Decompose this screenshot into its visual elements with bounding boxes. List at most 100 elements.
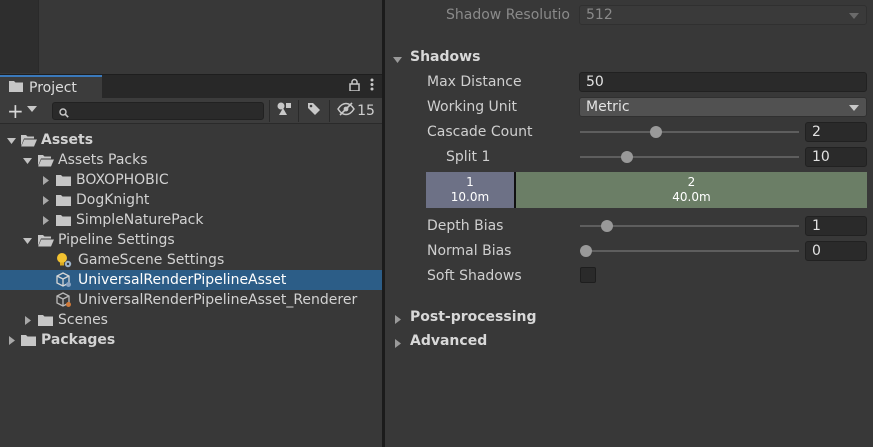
- tab-project-label: Project: [29, 80, 77, 96]
- split-1-row: Split 1 10: [385, 146, 873, 168]
- tree-item-label: Scenes: [58, 312, 108, 328]
- soft-shadows-checkbox[interactable]: [580, 267, 596, 283]
- more-options-icon[interactable]: [370, 78, 374, 95]
- normal-bias-value: 0: [812, 243, 821, 259]
- tree-item-gamescene-settings[interactable]: GameScene Settings: [0, 250, 382, 270]
- tree-item-simplenaturepack[interactable]: SimpleNaturePack: [0, 210, 382, 230]
- chevron-right-icon[interactable]: [5, 330, 17, 350]
- cascade-count-slider-thumb[interactable]: [650, 126, 663, 138]
- tree-item-boxophobic[interactable]: BOXOPHOBIC: [0, 170, 382, 190]
- chevron-right-icon[interactable]: [39, 170, 51, 190]
- chevron-down-icon[interactable]: [21, 150, 33, 170]
- depth-bias-slider-track[interactable]: [580, 225, 799, 227]
- shadow-resolution-value: 512: [586, 7, 613, 23]
- search-input[interactable]: [52, 102, 264, 120]
- upper-panel-strip: [0, 0, 38, 73]
- post-processing-section-header[interactable]: Post-processing: [385, 306, 873, 328]
- cascade-segment-2: 2 40.0m: [516, 172, 867, 208]
- render-pipeline-asset-icon: [56, 272, 72, 287]
- chevron-down-icon[interactable]: [21, 230, 33, 250]
- hidden-packages-toggle[interactable]: 15: [333, 100, 379, 122]
- search-by-type-button[interactable]: [272, 100, 296, 122]
- toolbar-separator: [298, 100, 299, 122]
- split-1-slider-track[interactable]: [580, 156, 799, 158]
- tree-item-label: Pipeline Settings: [58, 232, 175, 248]
- lock-icon[interactable]: [349, 78, 360, 95]
- split-1-field[interactable]: 10: [805, 147, 867, 167]
- shadows-section-header[interactable]: Shadows: [385, 46, 873, 68]
- shadows-section-title: Shadows: [410, 49, 481, 65]
- toolbar-separator: [329, 100, 330, 122]
- split-1-value: 10: [812, 149, 830, 165]
- normal-bias-field[interactable]: 0: [805, 241, 867, 261]
- tree-item-universal-render-pipeline-asset[interactable]: UniversalRenderPipelineAsset: [0, 270, 382, 290]
- advanced-section-header[interactable]: Advanced: [385, 330, 873, 352]
- project-tab-bar: Project: [0, 74, 382, 99]
- hidden-count: 15: [357, 103, 375, 119]
- normal-bias-row: Normal Bias 0: [385, 240, 873, 262]
- lightbulb-settings-icon: [56, 253, 72, 268]
- search-icon: [59, 106, 69, 118]
- cascade-segment-index: 2: [687, 175, 696, 189]
- folder-icon: [56, 213, 72, 227]
- max-distance-value: 50: [586, 74, 604, 90]
- tree-item-label: GameScene Settings: [78, 252, 225, 268]
- shadow-resolution-label: Shadow Resolutio: [446, 7, 570, 23]
- depth-bias-slider-thumb[interactable]: [600, 220, 613, 232]
- split-1-label: Split 1: [446, 149, 491, 165]
- upper-panel: [0, 0, 382, 73]
- renderer-asset-icon: [56, 292, 72, 307]
- normal-bias-slider-track[interactable]: [580, 250, 799, 252]
- working-unit-label: Working Unit: [427, 99, 518, 115]
- chevron-down-icon[interactable]: [27, 106, 37, 112]
- cascade-segment-distance: 10.0m: [450, 190, 490, 204]
- cascade-segment-index: 1: [466, 175, 474, 189]
- chevron-right-icon[interactable]: [39, 190, 51, 210]
- chevron-down-icon: [393, 52, 402, 68]
- inspector-panel: Shadow Resolutio 512 Shadows Max Distanc…: [385, 0, 873, 447]
- post-processing-section-title: Post-processing: [410, 309, 537, 325]
- tree-item-assets[interactable]: Assets: [0, 130, 382, 150]
- shapes-filter-icon: [276, 102, 292, 120]
- tab-tools: [349, 78, 374, 95]
- split-1-slider-thumb[interactable]: [621, 151, 634, 163]
- tree-item-label: UniversalRenderPipelineAsset: [78, 272, 287, 288]
- depth-bias-label: Depth Bias: [427, 218, 504, 234]
- max-distance-field[interactable]: 50: [579, 72, 867, 92]
- chevron-down-icon[interactable]: [5, 130, 17, 150]
- advanced-section-title: Advanced: [410, 333, 488, 349]
- depth-bias-field[interactable]: 1: [805, 216, 867, 236]
- create-plus-button[interactable]: +: [7, 100, 24, 122]
- folder-icon: [56, 193, 72, 207]
- folder-open-icon: [38, 233, 54, 247]
- tree-item-label: DogKnight: [76, 192, 150, 208]
- search-by-label-button[interactable]: [301, 100, 327, 122]
- depth-bias-row: Depth Bias 1: [385, 215, 873, 237]
- shadow-resolution-dropdown[interactable]: 512: [579, 5, 867, 25]
- chevron-right-icon[interactable]: [39, 210, 51, 230]
- chevron-down-icon: [849, 105, 859, 111]
- cascade-count-field[interactable]: 2: [805, 122, 867, 142]
- tree-item-label: UniversalRenderPipelineAsset_Renderer: [78, 292, 358, 308]
- cascade-count-slider-track[interactable]: [580, 131, 799, 133]
- tab-project[interactable]: Project: [0, 75, 102, 99]
- tree-item-packages[interactable]: Packages: [0, 330, 382, 350]
- tree-item-label: Assets: [41, 132, 94, 148]
- folder-open-icon: [38, 153, 54, 167]
- working-unit-dropdown[interactable]: Metric: [579, 97, 867, 117]
- tree-item-assets-packs[interactable]: Assets Packs: [0, 150, 382, 170]
- upper-panel-separator: [38, 0, 39, 73]
- tree-item-scenes[interactable]: Scenes: [0, 310, 382, 330]
- cascade-count-label: Cascade Count: [427, 124, 533, 140]
- tree-item-dogknight[interactable]: DogKnight: [0, 190, 382, 210]
- depth-bias-value: 1: [812, 218, 821, 234]
- max-distance-label: Max Distance: [427, 74, 522, 90]
- normal-bias-slider-thumb[interactable]: [580, 245, 592, 257]
- soft-shadows-row: Soft Shadows: [385, 265, 873, 287]
- tree-item-universal-render-pipeline-asset-renderer[interactable]: UniversalRenderPipelineAsset_Renderer: [0, 290, 382, 310]
- cascade-segment-1: 1 10.0m: [426, 172, 514, 208]
- tag-icon: [307, 102, 321, 120]
- chevron-right-icon: [393, 336, 402, 352]
- tree-item-pipeline-settings[interactable]: Pipeline Settings: [0, 230, 382, 250]
- chevron-right-icon[interactable]: [21, 310, 33, 330]
